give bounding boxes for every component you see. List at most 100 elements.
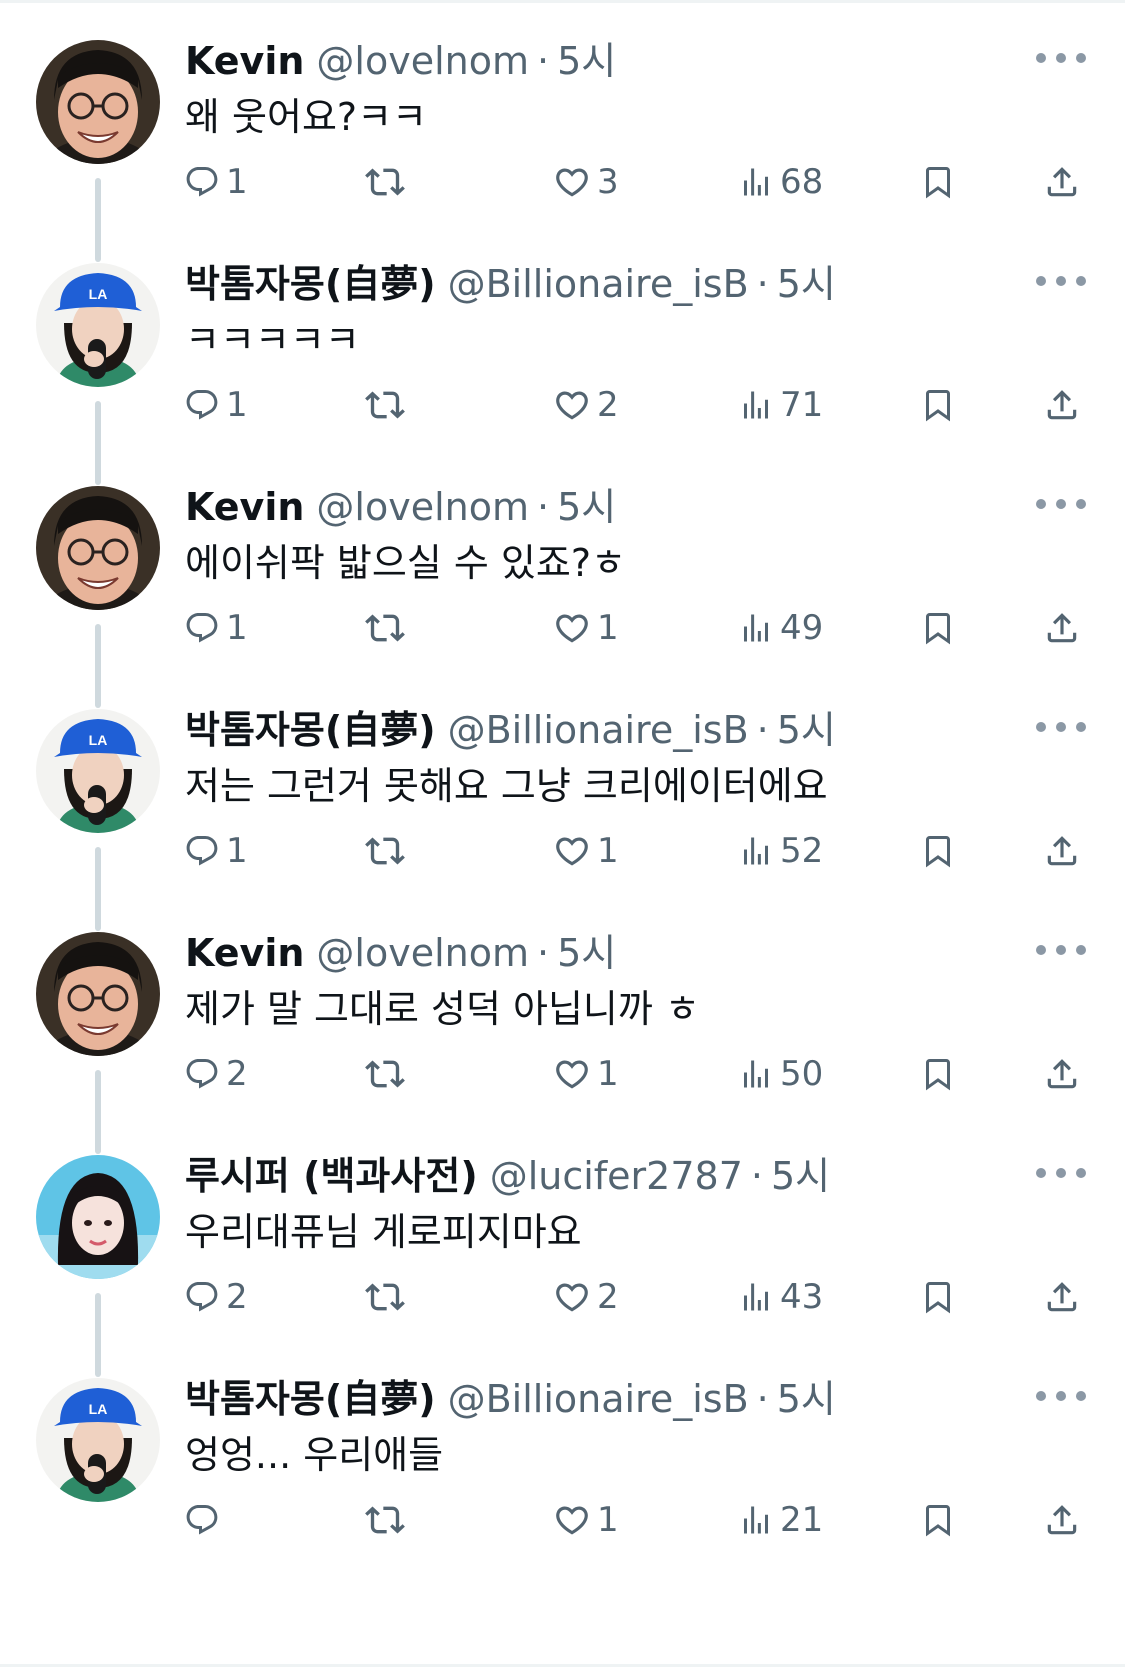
more-icon[interactable] xyxy=(1036,713,1086,741)
bookmark-icon xyxy=(920,608,956,648)
tweet-header: Kevin @lovelnom · 5시 xyxy=(185,476,616,531)
user-handle[interactable]: @lucifer2787 xyxy=(490,1154,743,1198)
display-name[interactable]: 박톰자몽(自夢) xyxy=(185,1368,436,1423)
view-count: 68 xyxy=(780,162,824,202)
tweet[interactable]: Kevin @lovelnom · 5시 왜 웃어요?ㅋㅋ 1 3 68 xyxy=(0,0,1125,262)
views-button[interactable]: 49 xyxy=(738,604,823,652)
more-icon[interactable] xyxy=(1036,1159,1086,1187)
more-icon[interactable] xyxy=(1036,936,1086,964)
display-name[interactable]: Kevin xyxy=(185,485,304,529)
tweet[interactable]: LA 박톰자몽(自夢) @Billionaire_isB · 5시 ㅋㅋㅋㅋㅋ … xyxy=(0,223,1125,485)
bookmark-button[interactable] xyxy=(920,1496,956,1544)
tweet[interactable]: LA 박톰자몽(自夢) @Billionaire_isB · 5시 저는 그런거… xyxy=(0,669,1125,931)
like-button[interactable]: 1 xyxy=(553,1496,619,1544)
timestamp[interactable]: 5시 xyxy=(557,30,616,85)
avatar[interactable]: LA xyxy=(36,263,160,387)
reply-count: 2 xyxy=(226,1054,248,1094)
avatar[interactable] xyxy=(36,486,160,610)
tweet-text: 우리대퓨님 게로피지마요 xyxy=(185,1210,582,1254)
display-name[interactable]: 박톰자몽(自夢) xyxy=(185,699,436,754)
reply-icon xyxy=(184,387,220,423)
display-name[interactable]: 박톰자몽(自夢) xyxy=(185,253,436,308)
like-count: 2 xyxy=(597,1277,619,1317)
avatar[interactable] xyxy=(36,1155,160,1279)
avatar[interactable] xyxy=(36,40,160,164)
like-button[interactable]: 1 xyxy=(553,1050,619,1098)
user-handle[interactable]: @Billionaire_isB xyxy=(448,1377,749,1421)
retweet-button[interactable] xyxy=(365,381,405,429)
like-button[interactable]: 3 xyxy=(553,158,619,206)
reply-button[interactable] xyxy=(184,1496,226,1544)
timestamp[interactable]: 5시 xyxy=(777,699,836,754)
views-button[interactable]: 68 xyxy=(738,158,823,206)
reply-button[interactable]: 1 xyxy=(184,381,248,429)
retweet-button[interactable] xyxy=(365,158,405,206)
reply-icon xyxy=(184,1279,220,1315)
display-name[interactable]: Kevin xyxy=(185,931,304,975)
tweet[interactable]: LA 박톰자몽(自夢) @Billionaire_isB · 5시 엉엉... … xyxy=(0,1338,1125,1575)
timestamp[interactable]: 5시 xyxy=(771,1145,830,1200)
reply-button[interactable]: 1 xyxy=(184,604,248,652)
more-icon[interactable] xyxy=(1036,44,1086,72)
share-button[interactable] xyxy=(1043,604,1081,652)
bookmark-button[interactable] xyxy=(920,158,956,206)
reply-button[interactable]: 2 xyxy=(184,1273,248,1321)
more-icon[interactable] xyxy=(1036,1382,1086,1410)
like-button[interactable]: 1 xyxy=(553,604,619,652)
bookmark-button[interactable] xyxy=(920,827,956,875)
retweet-button[interactable] xyxy=(365,827,405,875)
retweet-button[interactable] xyxy=(365,1496,405,1544)
share-icon xyxy=(1043,832,1081,870)
views-button[interactable]: 21 xyxy=(738,1496,823,1544)
bookmark-button[interactable] xyxy=(920,1050,956,1098)
tweet-text: 저는 그런거 못해요 그냥 크리에이터에요 xyxy=(185,764,828,808)
avatar[interactable]: LA xyxy=(36,1378,160,1502)
retweet-button[interactable] xyxy=(365,1050,405,1098)
views-button[interactable]: 43 xyxy=(738,1273,823,1321)
avatar[interactable] xyxy=(36,932,160,1056)
views-icon xyxy=(738,1056,774,1092)
timestamp[interactable]: 5시 xyxy=(557,476,616,531)
bookmark-button[interactable] xyxy=(920,604,956,652)
more-icon[interactable] xyxy=(1036,267,1086,295)
tweet[interactable]: 루시퍼 (백과사전) @lucifer2787 · 5시 우리대퓨님 게로피지마… xyxy=(0,1115,1125,1377)
share-button[interactable] xyxy=(1043,158,1081,206)
user-handle[interactable]: @lovelnom xyxy=(316,485,529,529)
timestamp[interactable]: 5시 xyxy=(777,253,836,308)
views-button[interactable]: 50 xyxy=(738,1050,823,1098)
like-button[interactable]: 2 xyxy=(553,381,619,429)
tweet[interactable]: Kevin @lovelnom · 5시 에이쉬팍 밟으실 수 있죠?ㅎ 1 1… xyxy=(0,446,1125,708)
bookmark-button[interactable] xyxy=(920,1273,956,1321)
display-name[interactable]: Kevin xyxy=(185,39,304,83)
timestamp[interactable]: 5시 xyxy=(557,922,616,977)
tweet-text: 엉엉... 우리애들 xyxy=(185,1433,444,1477)
user-handle[interactable]: @Billionaire_isB xyxy=(448,262,749,306)
user-handle[interactable]: @lovelnom xyxy=(316,931,529,975)
like-button[interactable]: 1 xyxy=(553,827,619,875)
retweet-button[interactable] xyxy=(365,1273,405,1321)
like-count: 1 xyxy=(597,831,619,871)
heart-icon xyxy=(553,832,591,870)
retweet-button[interactable] xyxy=(365,604,405,652)
more-icon[interactable] xyxy=(1036,490,1086,518)
share-button[interactable] xyxy=(1043,381,1081,429)
user-handle[interactable]: @lovelnom xyxy=(316,39,529,83)
reply-button[interactable]: 2 xyxy=(184,1050,248,1098)
timestamp[interactable]: 5시 xyxy=(777,1368,836,1423)
reply-button[interactable]: 1 xyxy=(184,827,248,875)
bookmark-button[interactable] xyxy=(920,381,956,429)
reply-icon xyxy=(184,1056,220,1092)
bookmark-icon xyxy=(920,1054,956,1094)
views-button[interactable]: 71 xyxy=(738,381,823,429)
share-button[interactable] xyxy=(1043,827,1081,875)
display-name[interactable]: 루시퍼 (백과사전) xyxy=(185,1145,478,1200)
share-button[interactable] xyxy=(1043,1496,1081,1544)
user-handle[interactable]: @Billionaire_isB xyxy=(448,708,749,752)
share-button[interactable] xyxy=(1043,1050,1081,1098)
views-button[interactable]: 52 xyxy=(738,827,823,875)
tweet[interactable]: Kevin @lovelnom · 5시 제가 말 그대로 성덕 아닙니까 ㅎ … xyxy=(0,892,1125,1154)
reply-button[interactable]: 1 xyxy=(184,158,248,206)
share-button[interactable] xyxy=(1043,1273,1081,1321)
like-button[interactable]: 2 xyxy=(553,1273,619,1321)
avatar[interactable]: LA xyxy=(36,709,160,833)
